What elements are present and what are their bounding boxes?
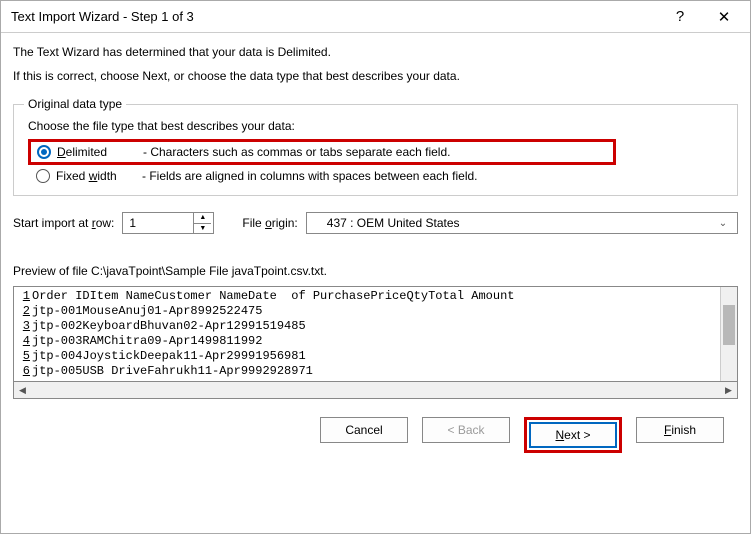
finish-button[interactable]: Finish: [636, 417, 724, 443]
close-button[interactable]: ✕: [702, 2, 746, 32]
next-button[interactable]: Next >: [529, 422, 617, 448]
scroll-right-icon[interactable]: ▶: [720, 382, 737, 398]
radio-fixed-width-label[interactable]: Fixed width: [56, 169, 138, 183]
preview-label: Preview of file C:\javaTpoint\Sample Fil…: [13, 264, 738, 278]
radio-fixed-width[interactable]: [36, 169, 50, 183]
button-row: Cancel < Back Next > Finish: [13, 399, 738, 463]
preview-line: 1Order IDItem NameCustomer NameDate of P…: [16, 289, 514, 304]
preview-line: 2jtp-001MouseAnuj01-Apr8992522475: [16, 304, 514, 319]
content: The Text Wizard has determined that your…: [1, 33, 750, 463]
intro-text-1: The Text Wizard has determined that your…: [13, 45, 738, 59]
delimited-label-rest: elimited: [66, 145, 107, 159]
chevron-down-icon: ⌄: [713, 218, 733, 229]
file-origin-combo[interactable]: 437 : OEM United States ⌄: [306, 212, 738, 234]
preview-line: 4jtp-003RAMChitra09-Apr1499811992: [16, 334, 514, 349]
file-origin-value: 437 : OEM United States: [327, 216, 713, 230]
original-data-type-group: Original data type Choose the file type …: [13, 97, 738, 196]
fixed-width-desc: - Fields are aligned in columns with spa…: [142, 169, 478, 183]
titlebar: Text Import Wizard - Step 1 of 3 ? ✕: [1, 1, 750, 33]
start-row-label: Start import at row:: [13, 216, 114, 230]
delimited-highlight: Delimited - Characters such as commas or…: [28, 139, 616, 165]
preview-line: 3jtp-002KeyboardBhuvan02-Apr12991519485: [16, 319, 514, 334]
preview-horizontal-scrollbar[interactable]: ◀ ▶: [13, 382, 738, 399]
next-highlight: Next >: [524, 417, 622, 453]
window-title: Text Import Wizard - Step 1 of 3: [11, 9, 658, 24]
spinner-down-icon[interactable]: ▼: [194, 224, 211, 234]
help-button[interactable]: ?: [658, 2, 702, 32]
preview-lines: 1Order IDItem NameCustomer NameDate of P…: [14, 287, 514, 381]
spinner-up-icon[interactable]: ▲: [194, 213, 211, 224]
fixed-width-row: Fixed width - Fields are aligned in colu…: [36, 169, 727, 183]
delimited-desc: - Characters such as commas or tabs sepa…: [143, 145, 450, 159]
start-row-input[interactable]: [123, 213, 193, 233]
file-origin-label: File origin:: [242, 216, 297, 230]
radio-delimited[interactable]: [37, 145, 51, 159]
preview-vertical-scrollbar[interactable]: [720, 287, 737, 381]
cancel-button[interactable]: Cancel: [320, 417, 408, 443]
radio-delimited-label[interactable]: Delimited: [57, 145, 139, 159]
spinner-arrows: ▲ ▼: [193, 213, 211, 233]
choose-text: Choose the file type that best describes…: [28, 119, 727, 133]
preview-box: 1Order IDItem NameCustomer NameDate of P…: [13, 286, 738, 382]
group-legend: Original data type: [24, 97, 126, 111]
preview-line: 5jtp-004JoystickDeepak11-Apr29991956981: [16, 349, 514, 364]
scroll-thumb[interactable]: [723, 305, 735, 345]
start-row-spinner[interactable]: ▲ ▼: [122, 212, 214, 234]
intro-text-2: If this is correct, choose Next, or choo…: [13, 69, 738, 83]
scroll-left-icon[interactable]: ◀: [14, 382, 31, 398]
params-row: Start import at row: ▲ ▼ File origin: 43…: [13, 212, 738, 234]
preview-line: 6jtp-005USB DriveFahrukh11-Apr9992928971: [16, 364, 514, 379]
back-button: < Back: [422, 417, 510, 443]
